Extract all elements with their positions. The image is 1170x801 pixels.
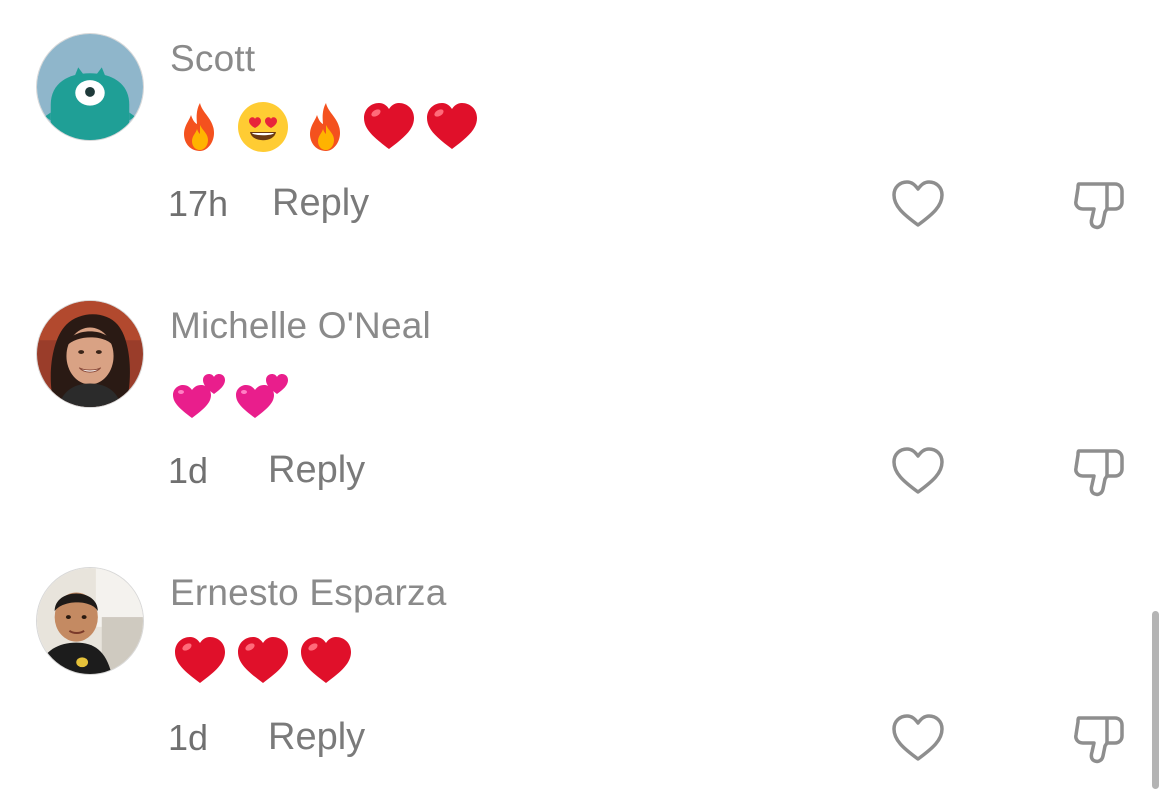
reply-button[interactable]: Reply xyxy=(272,182,369,225)
comment-username[interactable]: Ernesto Esparza xyxy=(170,572,447,614)
two-hearts-emoji xyxy=(235,366,291,422)
red-heart-emoji xyxy=(424,99,480,155)
heart-outline-icon[interactable] xyxy=(891,712,945,764)
reply-button[interactable]: Reply xyxy=(268,449,365,492)
heart-outline-icon[interactable] xyxy=(891,445,945,497)
comment-timestamp: 1d xyxy=(168,450,209,491)
red-heart-emoji xyxy=(298,633,354,689)
red-heart-emoji xyxy=(235,633,291,689)
comment-timestamp: 17h xyxy=(168,183,229,224)
heart-eyes-emoji xyxy=(235,99,291,155)
avatar[interactable] xyxy=(36,33,144,141)
avatar[interactable] xyxy=(36,567,144,675)
comment-username[interactable]: Scott xyxy=(170,38,255,80)
comment-timestamp: 1d xyxy=(168,717,209,758)
thumbs-down-icon[interactable] xyxy=(1071,445,1125,499)
fire-emoji xyxy=(298,99,354,155)
scrollbar[interactable] xyxy=(1152,611,1159,789)
avatar[interactable] xyxy=(36,300,144,408)
thumbs-down-icon[interactable] xyxy=(1071,178,1125,232)
comment-item: Scott 17h Reply xyxy=(0,0,1170,267)
comment-item: Ernesto Esparza 1d Reply xyxy=(0,534,1170,801)
two-hearts-emoji xyxy=(172,366,228,422)
thumbs-down-icon[interactable] xyxy=(1071,712,1125,766)
comment-username[interactable]: Michelle O'Neal xyxy=(170,305,431,347)
comment-item: Michelle O'Neal 1d Reply xyxy=(0,267,1170,534)
heart-outline-icon[interactable] xyxy=(891,178,945,230)
red-heart-emoji xyxy=(361,99,417,155)
comment-body xyxy=(172,631,361,691)
fire-emoji xyxy=(172,99,228,155)
red-heart-emoji xyxy=(172,633,228,689)
reply-button[interactable]: Reply xyxy=(268,716,365,759)
comment-body xyxy=(172,97,487,157)
comment-body xyxy=(172,364,298,424)
